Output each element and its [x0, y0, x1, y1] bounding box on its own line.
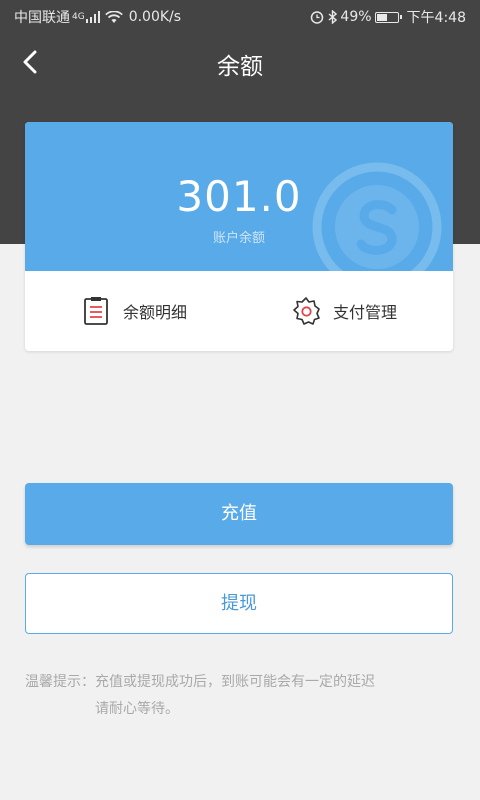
- nav-bar: 余额: [0, 34, 480, 90]
- payment-management-button[interactable]: 支付管理: [239, 271, 453, 351]
- carrier-name: 中国联通: [14, 10, 70, 26]
- balance-detail-button[interactable]: 余额明细: [25, 271, 239, 351]
- network-type: 4G: [72, 12, 85, 22]
- status-right: 49% 下午4:48: [310, 7, 466, 27]
- clipboard-list-icon: [84, 297, 108, 325]
- battery-icon: [374, 11, 402, 23]
- recharge-button[interactable]: 充值: [25, 483, 453, 545]
- alarm-icon: [311, 11, 324, 24]
- balance-card: 301.0 账户余额 余额明细 支付管理: [25, 122, 453, 351]
- balance-label: 账户余额: [212, 231, 265, 246]
- status-left: 中国联通 4G 0.00K/s: [14, 7, 181, 27]
- battery-fill: [376, 13, 388, 21]
- balance-amount: 301.0: [176, 172, 302, 221]
- gear-icon: [293, 297, 320, 325]
- network-speed: 0.00K/s: [128, 9, 182, 25]
- battery-percent: 49%: [340, 9, 372, 25]
- bluetooth-icon: [328, 10, 338, 24]
- status-time: 下午4:48: [406, 10, 466, 26]
- balance-detail-label: 余额明细: [123, 303, 188, 322]
- tip-text: 温馨提示：充值或提现成功后，到账可能会有一定的延迟: [25, 674, 375, 690]
- status-bar: 中国联通 4G 0.00K/s 49% 下午4:48: [0, 0, 480, 34]
- wifi-icon: [104, 10, 123, 23]
- balance-panel: 301.0 账户余额: [25, 122, 453, 271]
- payment-management-label: 支付管理: [333, 303, 398, 322]
- tip-text-continued: 请耐心等待。: [95, 701, 179, 717]
- signal-icon: [85, 11, 100, 23]
- page-title: 余额: [217, 54, 263, 80]
- withdraw-button[interactable]: 提现: [25, 573, 453, 634]
